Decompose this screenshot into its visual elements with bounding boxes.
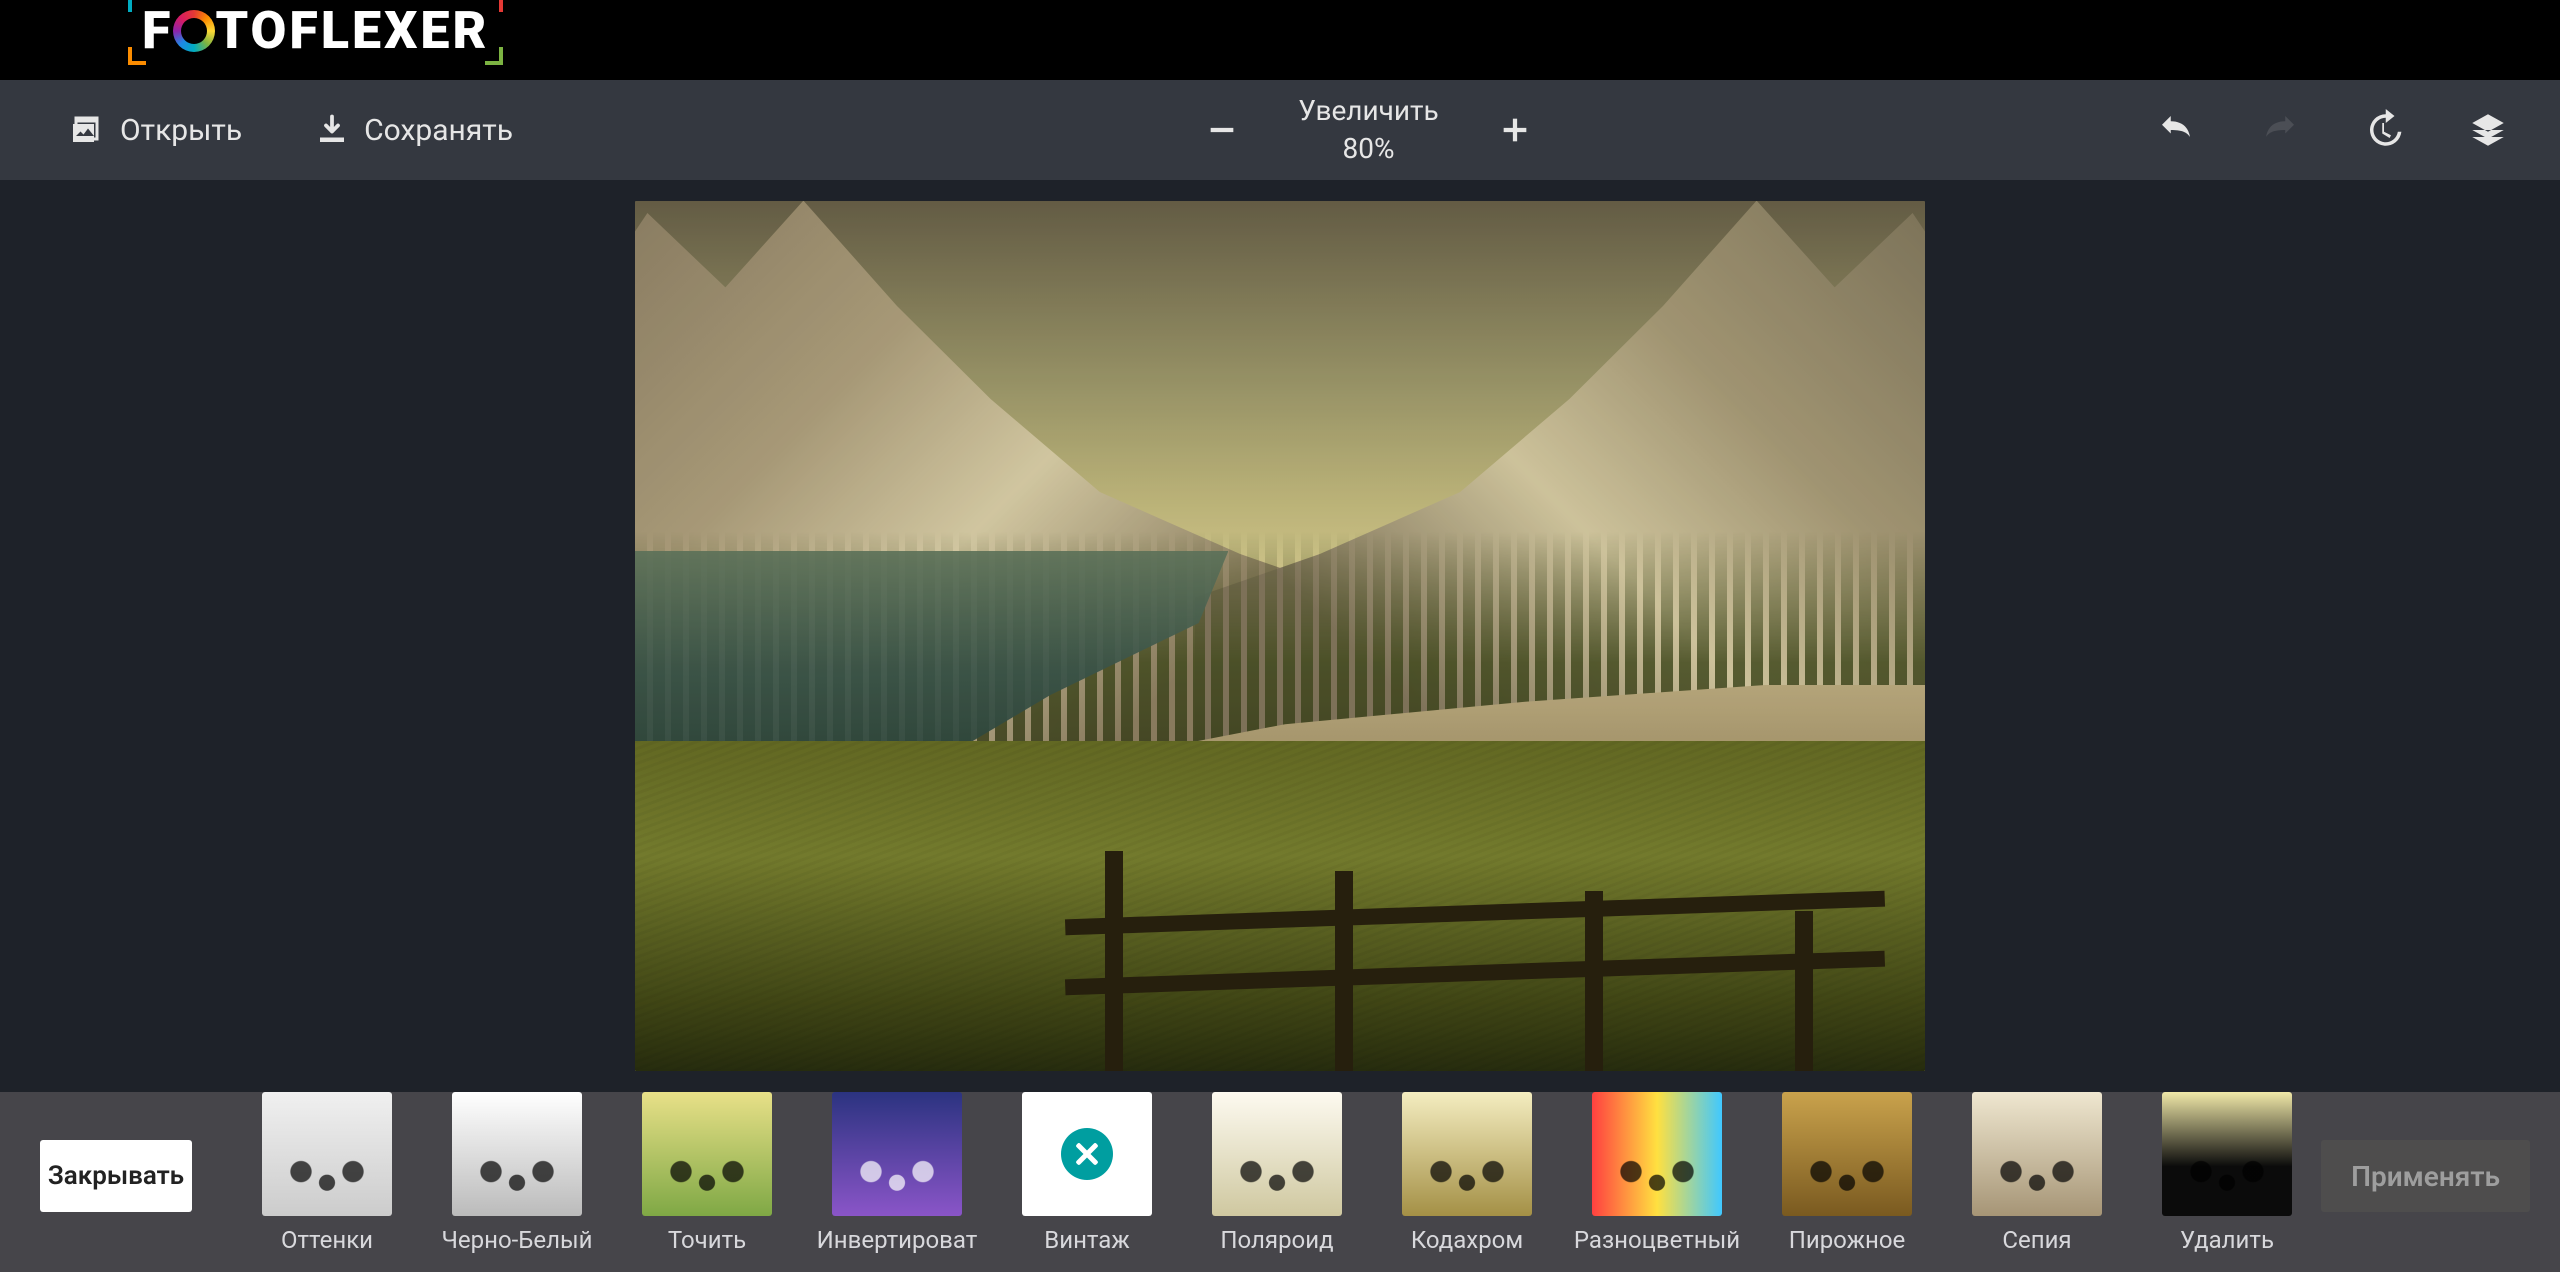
filter-f-koda[interactable]: Кодахром bbox=[1380, 1092, 1554, 1254]
canvas-area[interactable] bbox=[0, 180, 2560, 1092]
plus-icon bbox=[1498, 113, 1532, 147]
filter-label: Сепия bbox=[2002, 1226, 2071, 1254]
minus-icon bbox=[1205, 113, 1239, 147]
save-button[interactable]: Сохранять bbox=[314, 112, 513, 148]
save-label: Сохранять bbox=[364, 113, 513, 148]
remove-filter-icon[interactable] bbox=[1061, 1128, 1113, 1180]
filter-label: Пирожное bbox=[1789, 1226, 1906, 1254]
logo-corner-icon bbox=[128, 0, 146, 12]
filter-thumbnail bbox=[1402, 1092, 1532, 1216]
zoom-percent: 80% bbox=[1298, 130, 1438, 168]
layers-button[interactable] bbox=[2464, 106, 2512, 154]
filter-f-brown[interactable]: Пирожное bbox=[1760, 1092, 1934, 1254]
filter-label: Разноцветный bbox=[1574, 1226, 1740, 1254]
filter-f-bw[interactable]: Черно-Белый bbox=[430, 1092, 604, 1254]
zoom-title: Увеличить bbox=[1298, 92, 1438, 130]
open-label: Открыть bbox=[120, 113, 242, 148]
redo-button[interactable] bbox=[2256, 106, 2304, 154]
logo-corner-icon bbox=[485, 0, 503, 12]
zoom-out-button[interactable] bbox=[1202, 110, 1242, 150]
logo-text: F TOFLEXER bbox=[142, 0, 489, 61]
filter-thumbnail bbox=[1972, 1092, 2102, 1216]
filter-thumbnail bbox=[2162, 1092, 2292, 1216]
filter-label: Поляроид bbox=[1220, 1226, 1333, 1254]
filter-f-sepia[interactable]: Сепия bbox=[1950, 1092, 2124, 1254]
download-icon bbox=[314, 112, 350, 148]
filter-f-remove[interactable]: Удалить bbox=[2140, 1092, 2314, 1254]
filter-f-gray[interactable]: Оттенки bbox=[240, 1092, 414, 1254]
filter-f-techni[interactable]: Разноцветный bbox=[1570, 1092, 1744, 1254]
filter-label: Удалить bbox=[2180, 1226, 2274, 1254]
filter-thumbnail bbox=[452, 1092, 582, 1216]
filter-thumbnail bbox=[1212, 1092, 1342, 1216]
filter-label: Кодахром bbox=[1411, 1226, 1523, 1254]
filter-label: Точить bbox=[668, 1226, 746, 1254]
zoom-controls: Увеличить 80% bbox=[1202, 92, 1534, 168]
open-image-icon bbox=[70, 112, 106, 148]
filter-thumbnail bbox=[262, 1092, 392, 1216]
logo-corner-icon bbox=[485, 47, 503, 65]
filter-label: Винтаж bbox=[1044, 1226, 1129, 1254]
edited-image[interactable] bbox=[635, 201, 1925, 1071]
filter-label: Инвертироват bbox=[817, 1226, 978, 1254]
filter-f-polar[interactable]: Поляроид bbox=[1190, 1092, 1364, 1254]
filter-thumbnail bbox=[1022, 1092, 1152, 1216]
filter-panel: Закрывать Оттенки Черно-Белый Точить Инверт… bbox=[0, 1092, 2560, 1272]
history-icon bbox=[2363, 109, 2405, 151]
filter-thumbnail bbox=[642, 1092, 772, 1216]
layers-icon bbox=[2467, 109, 2509, 151]
aperture-icon bbox=[173, 10, 215, 52]
filter-list[interactable]: Оттенки Черно-Белый Точить Инвертироват Винт… bbox=[240, 1092, 2520, 1254]
close-filters-button[interactable]: Закрывать bbox=[40, 1140, 192, 1212]
zoom-in-button[interactable] bbox=[1495, 110, 1535, 150]
filter-thumbnail bbox=[1782, 1092, 1912, 1216]
zoom-indicator: Увеличить 80% bbox=[1298, 92, 1438, 168]
filter-f-vintage[interactable]: Винтаж bbox=[1000, 1092, 1174, 1254]
logo-rest: TOFLEXER bbox=[215, 0, 489, 61]
filter-f-sharp[interactable]: Точить bbox=[620, 1092, 794, 1254]
app-logo[interactable]: F TOFLEXER bbox=[130, 0, 501, 61]
right-toolbar bbox=[2152, 106, 2512, 154]
filter-f-invert[interactable]: Инвертироват bbox=[810, 1092, 984, 1254]
redo-icon bbox=[2259, 109, 2301, 151]
history-button[interactable] bbox=[2360, 106, 2408, 154]
open-button[interactable]: Открыть bbox=[70, 112, 242, 148]
filter-thumbnail bbox=[1592, 1092, 1722, 1216]
undo-button[interactable] bbox=[2152, 106, 2200, 154]
undo-icon bbox=[2155, 109, 2197, 151]
logo-corner-icon bbox=[128, 47, 146, 65]
filter-thumbnail bbox=[832, 1092, 962, 1216]
filter-label: Черно-Белый bbox=[441, 1226, 592, 1254]
apply-filter-button[interactable]: Применять bbox=[2321, 1140, 2530, 1212]
logo-bar: F TOFLEXER bbox=[0, 0, 2560, 80]
filter-label: Оттенки bbox=[281, 1226, 373, 1254]
main-toolbar: Открыть Сохранять Увеличить 80% bbox=[0, 80, 2560, 180]
